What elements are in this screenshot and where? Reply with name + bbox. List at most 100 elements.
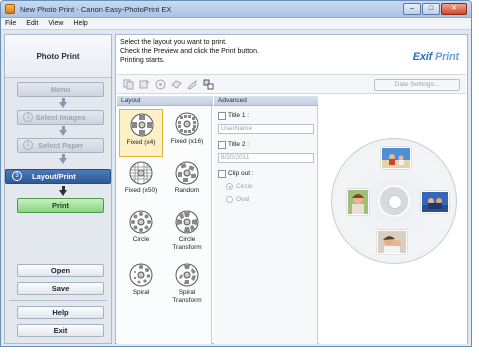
tool-icon[interactable] xyxy=(187,79,198,90)
layout-label: Circle Transform xyxy=(172,236,202,251)
help-button[interactable]: Help xyxy=(17,306,104,319)
layout-label: Circle xyxy=(132,236,150,243)
clip-oval-radio[interactable] xyxy=(226,196,233,203)
disc-icon[interactable] xyxy=(155,79,166,90)
title1-checkbox[interactable] xyxy=(218,112,226,120)
spiral-layout-icon xyxy=(129,263,153,287)
fixed-x4-layout-icon xyxy=(130,113,154,137)
maximize-button[interactable]: □ xyxy=(422,3,440,15)
app-icon xyxy=(5,4,15,14)
layout-fixed-x4[interactable]: Fixed (x4) xyxy=(119,109,163,157)
preview-area[interactable] xyxy=(319,96,467,344)
title2-label: Title 2 : xyxy=(228,141,250,148)
menu-view[interactable]: View xyxy=(48,18,63,29)
instructions: Select the layout you want to print. Che… xyxy=(120,38,360,65)
advanced-panel-header: Advanced xyxy=(214,96,318,106)
sidebar-header: Photo Print xyxy=(5,35,111,78)
step-layout-print[interactable]: 3 Layout/Print xyxy=(5,169,111,184)
save-button[interactable]: Save xyxy=(17,282,104,295)
arrow-down-icon xyxy=(59,186,67,196)
window-title: New Photo Print - Canon Easy-PhotoPrint … xyxy=(20,5,172,14)
step-select-images[interactable]: 1 Select Images xyxy=(17,110,104,125)
sidebar-divider xyxy=(9,300,107,301)
step-label: Menu xyxy=(50,85,71,94)
circle-layout-icon xyxy=(129,210,153,234)
layout-label: Fixed (x4) xyxy=(126,139,156,146)
arrow-down-icon xyxy=(59,98,67,108)
logo-text-print: Print xyxy=(434,51,459,63)
main-area: Select the layout you want to print. Che… xyxy=(115,34,468,344)
layout-fixed-x50[interactable]: Fixed (x50) xyxy=(119,158,163,206)
step-number-icon: 1 xyxy=(23,112,33,122)
copy-icon[interactable] xyxy=(123,79,134,90)
instruction-line: Printing starts. xyxy=(120,57,165,64)
title2-field[interactable]: 8/20/2011 xyxy=(218,153,314,163)
exit-button[interactable]: Exit xyxy=(17,324,104,337)
title1-label: Title 1 : xyxy=(228,112,250,119)
clip-circle-radio[interactable] xyxy=(226,183,233,190)
window-controls: – □ ✕ xyxy=(403,3,467,15)
step-label: Select Images xyxy=(35,113,86,122)
title-bar[interactable]: New Photo Print - Canon Easy-PhotoPrint … xyxy=(1,1,471,18)
layout-panel: Fixed (x4) Fixed (x16) Fixed (x50) Rando… xyxy=(117,106,212,344)
step-number-icon: 3 xyxy=(12,171,22,181)
photo-bottom[interactable] xyxy=(377,230,407,254)
photo-image xyxy=(422,192,448,212)
layout-random[interactable]: Random xyxy=(165,158,209,206)
photo-image xyxy=(378,231,406,253)
photo-image xyxy=(348,190,368,214)
stamp-icon[interactable] xyxy=(171,79,182,90)
logo-text-exif: Exif xyxy=(412,51,435,63)
circle-transform-layout-icon xyxy=(175,210,199,234)
sidebar: Photo Print Menu 1 Select Images 2 Selec… xyxy=(4,34,112,344)
layout-label: Fixed (x50) xyxy=(124,187,158,194)
layout-circle-transform[interactable]: Circle Transform xyxy=(165,207,209,255)
duplicate-icon[interactable] xyxy=(139,79,150,90)
menu-help[interactable]: Help xyxy=(73,18,87,29)
clip-out-label: Clip out : xyxy=(228,170,254,177)
clip-circle-label: Circle xyxy=(236,183,253,190)
layout-spiral-transform[interactable]: Spiral Transform xyxy=(165,260,209,308)
arrow-down-icon xyxy=(59,126,67,136)
photo-right[interactable] xyxy=(421,191,449,213)
step-select-paper[interactable]: 2 Select Paper xyxy=(17,138,104,153)
open-button[interactable]: Open xyxy=(17,264,104,277)
menu-edit[interactable]: Edit xyxy=(26,18,38,29)
photo-left[interactable] xyxy=(347,189,369,215)
step-number-icon: 2 xyxy=(23,140,33,150)
app-window: New Photo Print - Canon Easy-PhotoPrint … xyxy=(0,0,472,347)
menu-file[interactable]: File xyxy=(5,18,16,29)
exif-print-logo: Exif Print xyxy=(413,51,459,63)
manage-icon[interactable] xyxy=(203,79,214,90)
step-menu[interactable]: Menu xyxy=(17,82,104,97)
clip-oval-label: Oval xyxy=(236,196,250,203)
layout-spiral[interactable]: Spiral xyxy=(119,260,163,308)
toolbar: Date Settings... xyxy=(117,74,466,94)
random-layout-icon xyxy=(175,161,199,185)
title2-checkbox[interactable] xyxy=(218,141,226,149)
clip-out-checkbox[interactable] xyxy=(218,170,226,178)
layout-label: Spiral Transform xyxy=(172,289,202,304)
disc-preview xyxy=(331,138,457,264)
step-label: Layout/Print xyxy=(32,172,76,181)
arrow-down-icon xyxy=(59,154,67,164)
menu-bar: File Edit View Help xyxy=(1,18,471,30)
layout-fixed-x16[interactable]: Fixed (x16) xyxy=(165,109,209,157)
layout-circle[interactable]: Circle xyxy=(119,207,163,255)
layout-label: Random xyxy=(174,187,200,194)
photo-top[interactable] xyxy=(381,147,411,169)
date-settings-button[interactable]: Date Settings... xyxy=(374,79,460,91)
layout-panel-header: Layout xyxy=(117,96,213,106)
print-button[interactable]: Print xyxy=(17,198,104,213)
title1-field[interactable]: UserName xyxy=(218,124,314,134)
disc-center-hole xyxy=(388,195,402,209)
fixed-x50-layout-icon xyxy=(129,161,153,185)
fixed-x16-layout-icon xyxy=(175,112,199,136)
layout-label: Spiral xyxy=(132,289,150,296)
layout-label: Fixed (x16) xyxy=(170,138,204,145)
step-label: Select Paper xyxy=(37,141,84,150)
minimize-button[interactable]: – xyxy=(403,3,421,15)
close-button[interactable]: ✕ xyxy=(441,3,467,15)
photo-image xyxy=(382,148,410,168)
spiral-transform-layout-icon xyxy=(175,263,199,287)
